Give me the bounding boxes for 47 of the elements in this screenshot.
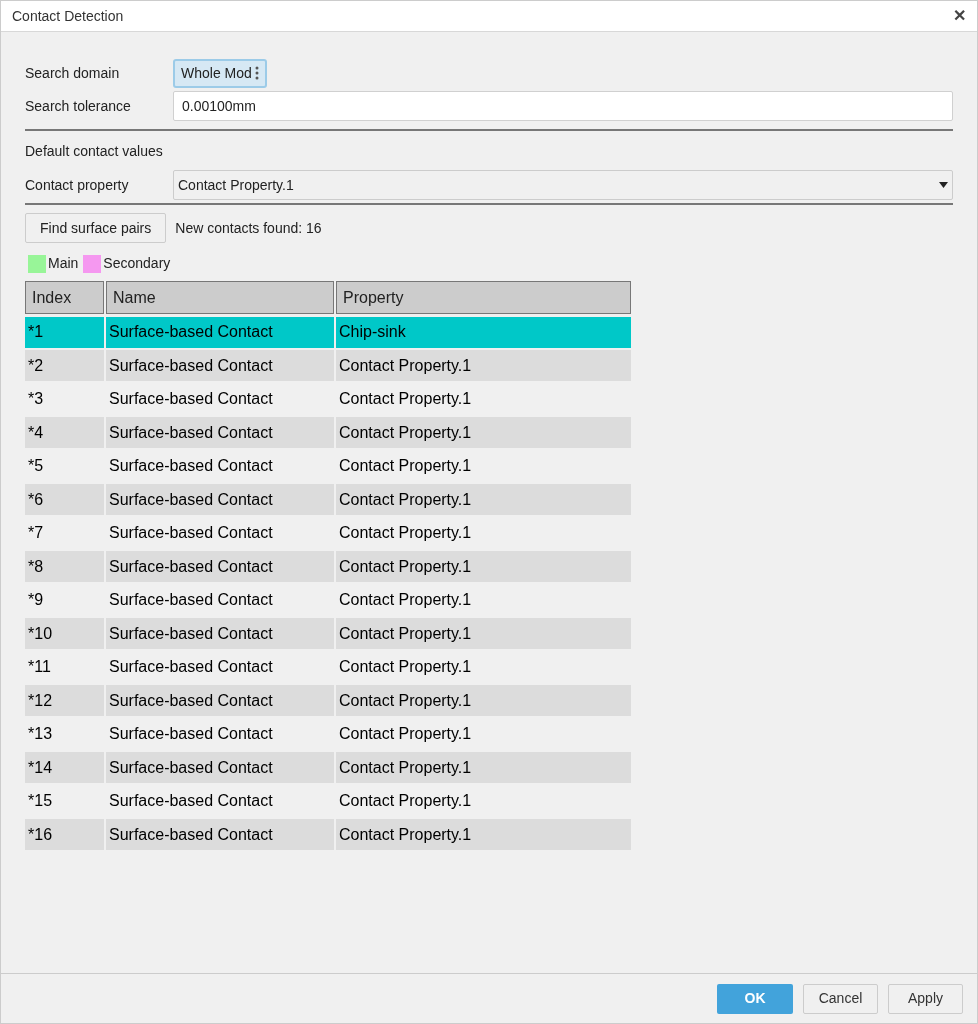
- table-cell[interactable]: *8: [25, 551, 104, 582]
- table-cell[interactable]: Surface-based Contact: [106, 350, 334, 381]
- table-cell[interactable]: Contact Property.1: [336, 551, 631, 582]
- table-cell[interactable]: *10: [25, 618, 104, 649]
- legend-label: Secondary: [103, 254, 171, 273]
- table-cell[interactable]: Contact Property.1: [336, 819, 631, 850]
- table-cell[interactable]: *16: [25, 819, 104, 850]
- table-cell[interactable]: Surface-based Contact: [106, 417, 334, 448]
- column-header[interactable]: Index: [25, 281, 104, 314]
- table-cell[interactable]: *4: [25, 417, 104, 448]
- table-cell[interactable]: Contact Property.1: [336, 752, 631, 783]
- table-cell[interactable]: Contact Property.1: [336, 484, 631, 515]
- more-icon: [254, 65, 259, 81]
- tolerance-input[interactable]: 0.00100mm: [173, 91, 953, 121]
- table-cell[interactable]: Surface-based Contact: [106, 752, 334, 783]
- table-cell[interactable]: *6: [25, 484, 104, 515]
- column-header[interactable]: Property: [336, 281, 631, 314]
- table-cell[interactable]: Surface-based Contact: [106, 484, 334, 515]
- table-cell[interactable]: Chip-sink: [336, 316, 631, 348]
- field-label: Contact property: [25, 175, 130, 195]
- table-cell[interactable]: Surface-based Contact: [106, 316, 334, 348]
- table-cell[interactable]: Surface-based Contact: [106, 551, 334, 582]
- table-cell[interactable]: Contact Property.1: [336, 685, 631, 716]
- section-title: Default contact values: [25, 142, 164, 161]
- close-button[interactable]: ✕: [953, 8, 966, 24]
- field-label: Search tolerance: [25, 96, 132, 116]
- legend-label: Main: [48, 254, 79, 273]
- column-header[interactable]: Name: [106, 281, 334, 314]
- field-label: Search domain: [25, 63, 121, 83]
- table-cell[interactable]: Surface-based Contact: [106, 618, 334, 649]
- table-cell[interactable]: *1: [25, 316, 104, 348]
- dialog-button[interactable]: Cancel: [803, 983, 878, 1014]
- table-cell[interactable]: Contact Property.1: [336, 350, 631, 381]
- dropdown-arrow-icon: [939, 182, 948, 188]
- table-cell[interactable]: Surface-based Contact: [106, 819, 334, 850]
- contact-property-dropdown[interactable]: Contact Property.1: [173, 170, 953, 200]
- table-cell[interactable]: Surface-based Contact: [106, 685, 334, 716]
- table-cell[interactable]: *12: [25, 685, 104, 716]
- table-cell[interactable]: Contact Property.1: [336, 417, 631, 448]
- status-text: New contacts found: 16: [175, 218, 322, 238]
- window-title: Contact Detection: [12, 6, 124, 26]
- table-cell[interactable]: Contact Property.1: [336, 618, 631, 649]
- dialog-button[interactable]: Apply: [888, 983, 963, 1014]
- search-domain-button[interactable]: Whole Mod: [173, 58, 267, 88]
- table-cell[interactable]: *2: [25, 350, 104, 381]
- table-cell[interactable]: *14: [25, 752, 104, 783]
- find-surface-pairs-button[interactable]: Find surface pairs: [25, 213, 167, 243]
